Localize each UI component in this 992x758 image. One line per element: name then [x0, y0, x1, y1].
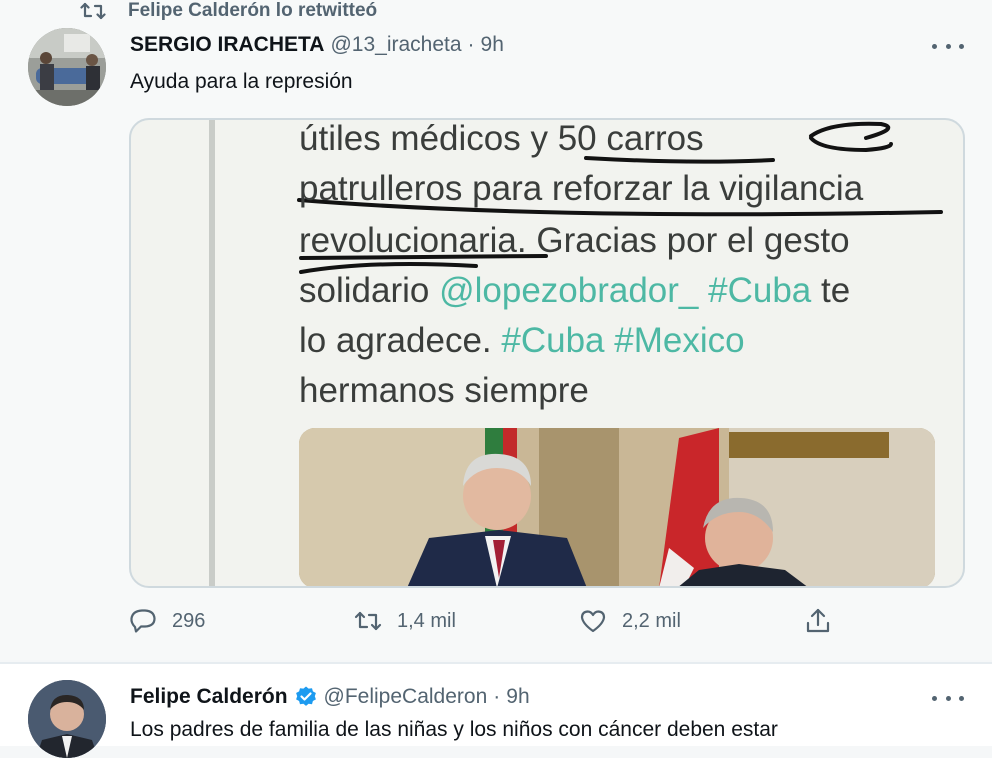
heart-icon: [580, 610, 606, 633]
retweet-icon: [354, 611, 382, 631]
image-text-line: patrulleros para reforzar la vigilancia: [299, 169, 864, 208]
separator-dot: ·: [467, 33, 475, 56]
like-button[interactable]: 2,2 mil: [578, 606, 803, 636]
tweet-header: SERGIO IRACHETA @13_iracheta · 9h: [130, 33, 504, 57]
image-text-line: revolucionaria. Gracias por el gesto: [299, 221, 850, 260]
avatar[interactable]: [28, 680, 106, 758]
tweet-time[interactable]: 9h: [506, 685, 529, 709]
embedded-photo: [299, 428, 935, 586]
retweet-button[interactable]: 1,4 mil: [353, 606, 578, 636]
tweet[interactable]: Felipe Calderón @FelipeCalderon · 9h Los…: [0, 662, 992, 758]
image-text-line: solidario @lopezobrador_ #Cuba te: [299, 271, 851, 310]
tweet-header: Felipe Calderón @FelipeCalderon · 9h: [130, 685, 530, 709]
share-button[interactable]: [803, 606, 992, 636]
verified-badge-icon: [295, 686, 316, 706]
tweet-media-image[interactable]: útiles médicos y 50 carros patrulleros p…: [129, 118, 965, 588]
like-count: 2,2 mil: [622, 609, 681, 632]
avatar[interactable]: [28, 28, 106, 106]
more-options-icon[interactable]: [932, 690, 964, 706]
reply-count: 296: [172, 609, 206, 632]
user-handle[interactable]: @FelipeCalderon: [324, 685, 488, 709]
reply-icon: [130, 609, 156, 633]
retweeted-tweet[interactable]: Felipe Calderón lo retwitteó SERGIO IRAC…: [0, 0, 992, 660]
display-name[interactable]: Felipe Calderón: [130, 685, 288, 709]
user-handle[interactable]: @13_iracheta: [330, 33, 461, 57]
retweet-banner: Felipe Calderón lo retwitteó: [80, 0, 377, 22]
image-text-line: lo agradece. #Cuba #Mexico: [299, 321, 745, 360]
tweet-time[interactable]: 9h: [481, 33, 504, 57]
retweet-banner-text[interactable]: Felipe Calderón lo retwitteó: [128, 0, 377, 22]
image-text-line: útiles médicos y 50 carros: [299, 119, 704, 158]
tweet-text: Los padres de familia de las niñas y los…: [130, 718, 778, 741]
reply-button[interactable]: 296: [128, 606, 353, 636]
tweet-text: Ayuda para la represión: [130, 70, 353, 93]
separator-dot: ·: [493, 685, 501, 708]
retweet-icon: [80, 2, 106, 20]
retweet-count: 1,4 mil: [397, 609, 456, 632]
share-icon: [806, 608, 830, 633]
more-options-icon[interactable]: [932, 38, 964, 54]
tweet-actions: 296 1,4 mil 2,2 mil: [128, 606, 992, 636]
image-text-line: hermanos siempre: [299, 371, 589, 410]
display-name[interactable]: SERGIO IRACHETA: [130, 33, 324, 57]
